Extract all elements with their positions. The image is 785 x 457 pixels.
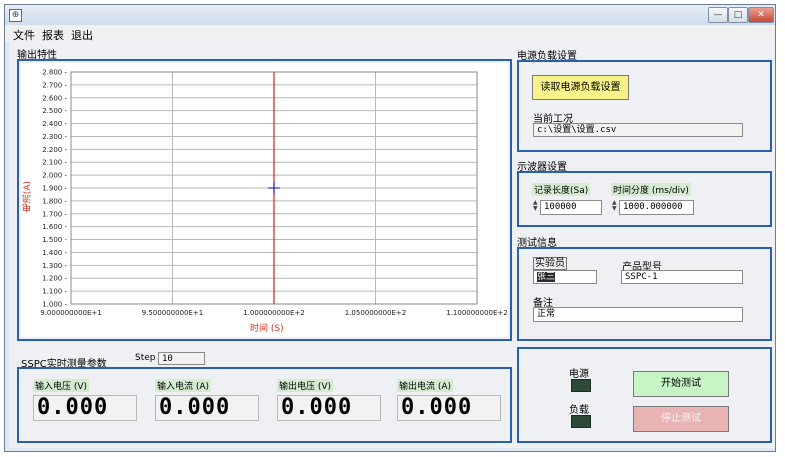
y-tick-label: 2.600 -: [42, 94, 67, 102]
power-led-icon: [571, 379, 591, 392]
record-length-spinner[interactable]: ▲ ▼: [533, 200, 539, 213]
x-tick-label: 9.000000000E+1: [40, 309, 102, 317]
tester-label: 实验员: [533, 257, 567, 270]
y-tick-label: 2.300 -: [42, 133, 67, 141]
record-length-label: 记录长度(Sa): [532, 183, 591, 196]
stop-test-button[interactable]: 停止测试: [633, 406, 729, 432]
input-voltage-label: 输入电压 (V): [33, 379, 90, 392]
output-current-label: 输出电流 (A): [397, 379, 454, 392]
menu-exit[interactable]: 退出: [71, 27, 93, 43]
current-condition-field: c:\设置\设置.csv: [533, 123, 743, 137]
step-field: 10: [158, 352, 205, 365]
x-tick-label: 9.500000000E+1: [142, 309, 204, 317]
x-axis-label: 时间 (S): [250, 324, 284, 334]
main-panel: 输出特性 2.800 -2.700 -2.600 -2.500 -2.400 -…: [9, 42, 775, 448]
y-tick-label: 1.900 -: [42, 185, 67, 193]
x-tick-label: 1.000000000E+2: [243, 309, 305, 317]
note-input[interactable]: 正常: [533, 307, 743, 322]
y-tick-label: 1.600 -: [42, 223, 67, 231]
x-tick-label: 1.050000000E+2: [345, 309, 407, 317]
y-tick-label: 2.000 -: [42, 172, 67, 180]
output-characteristic-chart[interactable]: 2.800 - 2.700 - 2.600 - 2.500 - 2.400 - 2.300…: [21, 63, 508, 337]
tester-value: 张三: [537, 272, 556, 282]
time-div-spinner[interactable]: ▲ ▼: [612, 200, 618, 213]
y-tick-label: 1.000 -: [42, 301, 67, 309]
input-current-label: 输入电流 (A): [155, 379, 212, 392]
load-indicator-label: 负载: [569, 405, 589, 416]
y-tick-label: 1.700 -: [42, 210, 67, 218]
tester-input[interactable]: 张三: [533, 270, 597, 284]
step-label: Step: [135, 353, 156, 363]
load-led-icon: [571, 415, 591, 428]
load-frame: 读取电源负载设置 当前工况 c:\设置\设置.csv: [517, 60, 772, 152]
y-tick-label: 2.200 -: [42, 146, 67, 154]
menu-report[interactable]: 报表: [42, 27, 64, 43]
start-test-button[interactable]: 开始测试: [633, 371, 729, 397]
product-model-input[interactable]: SSPC-1: [621, 270, 743, 284]
time-div-input[interactable]: 1000.000000: [619, 200, 694, 215]
app-window: ⊕ — □ ✕ 文件 报表 退出 输出特性 2.800 -2.700 -2.60…: [4, 4, 776, 452]
maximize-button[interactable]: □: [728, 7, 748, 23]
record-length-input[interactable]: 100000: [540, 200, 602, 215]
title-bar: ⊕ — □ ✕: [5, 5, 775, 25]
minimize-button[interactable]: —: [708, 7, 728, 23]
app-icon: ⊕: [9, 9, 22, 22]
y-tick-label: 1.400 -: [42, 249, 67, 257]
menu-file[interactable]: 文件: [13, 27, 35, 43]
y-tick-label: 1.500 -: [42, 236, 67, 244]
y-tick-label: 1.300 -: [42, 262, 67, 270]
control-frame: 电源 负载 开始测试 停止测试: [517, 347, 772, 443]
y-tick-label: 2.100 -: [42, 159, 67, 167]
output-voltage-label: 输出电压 (V): [277, 379, 334, 392]
y-tick-label: 1.800 -: [42, 197, 67, 205]
menu-bar: 文件 报表 退出: [5, 25, 775, 42]
output-current-value: 0.000: [397, 395, 501, 421]
input-voltage-value: 0.000: [33, 395, 137, 421]
plot-frame: 2.800 - 2.700 - 2.600 - 2.500 - 2.400 - 2.300…: [17, 59, 512, 341]
close-button[interactable]: ✕: [748, 7, 774, 23]
plot-area: 2.800 - 2.700 - 2.600 - 2.500 - 2.400 - 2.300…: [21, 63, 508, 337]
y-tick-label: 1.200 -: [42, 275, 67, 283]
output-voltage-value: 0.000: [277, 395, 381, 421]
scope-frame: 记录长度(Sa) ▲ ▼ 100000 时间分度 (ms/div) ▲ ▼ 1000…: [517, 171, 772, 227]
y-tick-label: 2.800 -: [42, 69, 67, 77]
y-tick-label: 2.400 -: [42, 120, 67, 128]
y-tick-label: 2.700 -: [42, 81, 67, 89]
y-axis-label: 电流(A): [23, 181, 33, 213]
measure-frame: 输入电压 (V) 0.000 输入电流 (A) 0.000 输出电压 (V) 0…: [17, 367, 512, 443]
test-info-frame: 实验员 张三 产品型号 SSPC-1 备注 正常: [517, 247, 772, 341]
x-tick-label: 1.100000000E+2: [446, 309, 508, 317]
y-tick-label: 2.500 -: [42, 107, 67, 115]
read-load-settings-button[interactable]: 读取电源负载设置: [532, 75, 629, 100]
input-current-value: 0.000: [155, 395, 259, 421]
y-tick-label: 1.100 -: [42, 288, 67, 296]
power-indicator-label: 电源: [569, 369, 589, 380]
time-div-label: 时间分度 (ms/div): [611, 183, 691, 196]
